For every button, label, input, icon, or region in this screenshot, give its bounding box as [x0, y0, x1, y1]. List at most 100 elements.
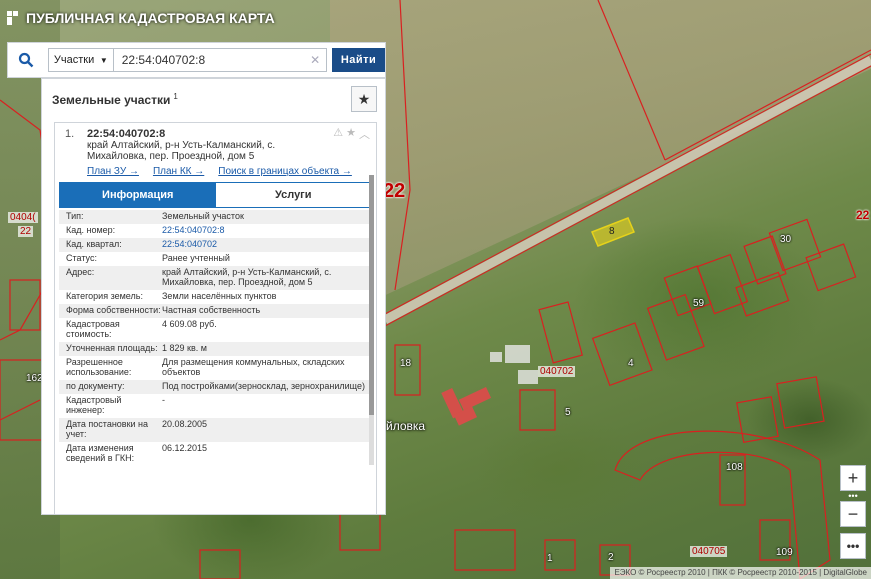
info-label: Уточненная площадь: — [66, 343, 158, 353]
info-value[interactable]: 22:54:040702:8 — [162, 225, 372, 235]
search-bar: Участки ▼ 22:54:040702:8 ✕ Найти — [7, 42, 386, 78]
panel-title: Земельные участки 1 — [52, 91, 178, 107]
scrollbar-thumb[interactable] — [369, 175, 374, 415]
info-row: Кад. номер: 22:54:040702:8 — [59, 224, 372, 238]
info-row: Статус: Ранее учтенный — [59, 252, 372, 266]
info-label: Дата изменения сведений в ГКН: — [66, 443, 135, 463]
info-value: Под постройками(зерносклад, зернохранили… — [162, 381, 365, 391]
info-label: Статус: — [66, 253, 97, 263]
info-value: 1 829 кв. м — [162, 343, 207, 353]
info-value: Земли населённых пунктов — [162, 291, 277, 301]
info-value: Для размещения коммунальных, складских о… — [162, 357, 345, 377]
panel-header: Земельные участки 1 ★ — [42, 79, 385, 119]
find-button[interactable]: Найти — [332, 48, 385, 72]
info-row: Дата постановки на учет: 20.08.2005 — [59, 418, 372, 442]
search-input[interactable]: 22:54:040702:8 ✕ — [113, 48, 328, 72]
parcel-label: 30 — [780, 234, 792, 245]
parcel-plan-link[interactable]: План ЗУ → — [87, 166, 139, 177]
info-value: 20.08.2005 — [162, 419, 208, 429]
map-big-label: 22 — [383, 180, 406, 202]
info-value: Частная собственность — [162, 305, 261, 315]
quarter-label: 040702 — [538, 366, 576, 377]
parcel-label: 2 — [608, 552, 614, 563]
app-title: ПУБЛИЧНАЯ КАДАСТРОВАЯ КАРТА — [6, 10, 275, 26]
info-row: Кад. квартал: 22:54:040702 — [59, 238, 372, 252]
info-row: Категория земель: Земли населённых пункто… — [59, 290, 372, 304]
tab-services[interactable]: Услуги — [215, 183, 371, 207]
results-panel: Земельные участки 1 ★ 1. 22:54:040702:8 ⚠… — [41, 78, 386, 515]
info-label: Кадастровый инженер: — [66, 395, 122, 415]
star-icon[interactable]: ★ — [346, 126, 356, 142]
result-card-header: 1. 22:54:040702:8 ⚠ ★ ︿ край Алтайский, … — [55, 123, 376, 177]
village-label: йловка — [386, 419, 426, 433]
search-within-link[interactable]: Поиск в границах объекта → — [218, 166, 352, 177]
result-tabs: Информация Услуги — [59, 182, 372, 208]
chevron-up-icon[interactable]: ︿ — [359, 126, 370, 142]
quarter-plan-link[interactable]: План КК → — [153, 166, 204, 177]
search-input-value: 22:54:040702:8 — [121, 53, 206, 67]
info-label: Кадастровая стоимость: — [66, 319, 120, 339]
info-table: Тип: Земельный участок Кад. номер: 22:54:04… — [59, 210, 372, 466]
info-row: по документу: Под постройками(зерносклад,… — [59, 380, 372, 394]
zoom-separator: ••• — [848, 491, 858, 501]
attribution: ЕЭКО © Росреестр 2010 | ПКК © Росреестр … — [610, 567, 871, 579]
parcel-label: 1 — [547, 553, 553, 564]
result-cad-number[interactable]: 22:54:040702:8 — [87, 128, 165, 140]
result-card: 1. 22:54:040702:8 ⚠ ★ ︿ край Алтайский, … — [54, 122, 377, 514]
info-label: Форма собственности: — [66, 305, 161, 315]
quarter-label: 040705 — [690, 546, 728, 557]
zoom-out-button[interactable]: − — [840, 501, 866, 527]
info-value: 06.12.2015 — [162, 443, 208, 453]
parcel-label: 59 — [693, 298, 705, 309]
info-row: Дата изменения сведений в ГКН: 06.12.2015 — [59, 442, 372, 466]
search-type-label: Участки — [53, 54, 95, 66]
info-value: Ранее учтенный — [162, 253, 230, 263]
info-row: Кадастровая стоимость: 4 609.08 руб. — [59, 318, 372, 342]
info-value[interactable]: 22:54:040702 — [162, 239, 372, 249]
info-label: Категория земель: — [66, 291, 143, 301]
info-label: по документу: — [66, 381, 125, 391]
map-edge-label: 22 — [856, 208, 870, 222]
search-type-select[interactable]: Участки ▼ — [47, 48, 114, 72]
parcel-label: 18 — [400, 358, 412, 369]
info-value: край Алтайский, р-н Усть-Калманский, с. … — [162, 267, 332, 287]
info-row: Кадастровый инженер: - — [59, 394, 372, 418]
star-icon[interactable]: ★ — [351, 86, 377, 112]
info-label: Кад. номер: — [66, 225, 116, 235]
result-index: 1. — [65, 128, 75, 140]
selected-parcel-label: 8 — [609, 226, 615, 237]
result-count: 1 — [173, 91, 178, 101]
info-label: Адрес: — [66, 267, 95, 277]
warning-icon[interactable]: ⚠ — [333, 126, 343, 142]
chevron-down-icon: ▼ — [99, 55, 108, 65]
more-options-button[interactable]: ••• — [840, 533, 866, 559]
logo-icon — [7, 11, 18, 25]
info-label: Тип: — [66, 211, 84, 221]
info-label: Разрешенное использование: — [66, 357, 132, 377]
info-row: Форма собственности: Частная собственност… — [59, 304, 372, 318]
info-row: Адрес: край Алтайский, р-н Усть-Калмански… — [59, 266, 372, 290]
parcel-label: 4 — [628, 358, 634, 369]
info-row: Тип: Земельный участок — [59, 210, 372, 224]
result-links: План ЗУ → План КК → Поиск в границах объ… — [87, 166, 370, 177]
tab-info[interactable]: Информация — [60, 183, 216, 207]
info-row: Разрешенное использование: Для размещения… — [59, 356, 372, 380]
app-title-text: ПУБЛИЧНАЯ КАДАСТРОВАЯ КАРТА — [26, 10, 275, 26]
quarter-label-left-sub: 22 — [18, 226, 34, 237]
parcel-label: 5 — [565, 407, 571, 418]
quarter-label-left: 0404( — [8, 212, 38, 223]
card-actions: ⚠ ★ ︿ — [333, 126, 370, 142]
clear-icon[interactable]: ✕ — [310, 53, 320, 67]
info-label: Кад. квартал: — [66, 239, 122, 249]
info-value: - — [162, 395, 165, 405]
info-value: Земельный участок — [162, 211, 244, 221]
info-value: 4 609.08 руб. — [162, 319, 217, 329]
scrollbar[interactable] — [369, 175, 374, 465]
parcel-label: 108 — [726, 462, 743, 473]
zoom-controls: + ••• − — [840, 465, 866, 527]
search-icon[interactable] — [8, 43, 44, 77]
result-address: край Алтайский, р-н Усть-Калманский, с. … — [87, 140, 276, 162]
info-row: Уточненная площадь: 1 829 кв. м — [59, 342, 372, 356]
parcel-label: 109 — [776, 547, 793, 558]
zoom-in-button[interactable]: + — [840, 465, 866, 491]
